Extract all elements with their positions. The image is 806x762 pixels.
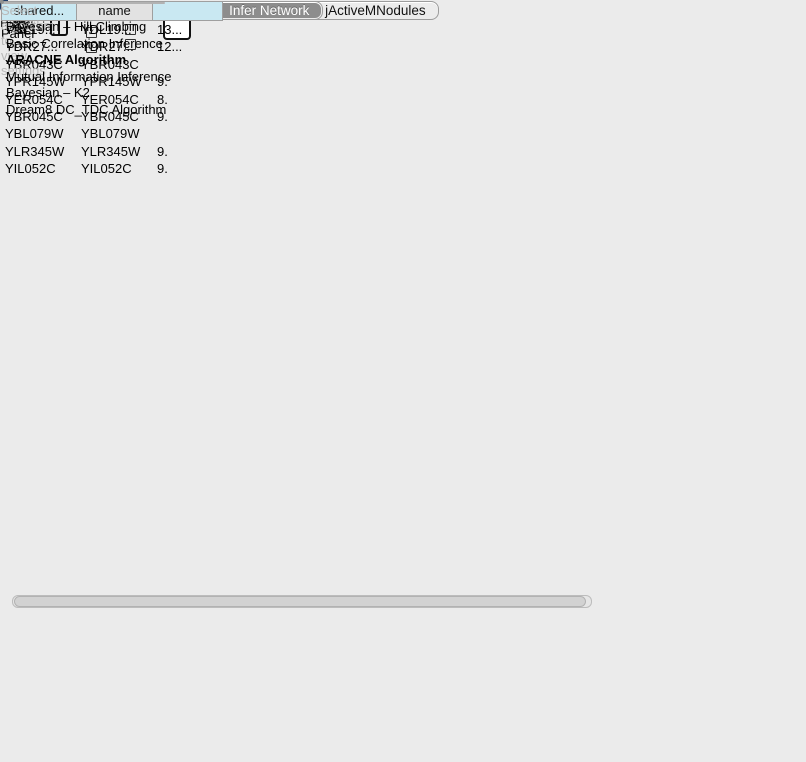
dropdown-item-mutual-information-inference[interactable]: Mutual Information Inference	[1, 69, 6, 86]
table-cell: YLR345W	[77, 143, 153, 160]
dropdown-item-dream8-dc-tdc-algorithm[interactable]: Dream8 DC_TDC Algorithm	[1, 102, 6, 119]
tab-label: Infer Network	[229, 3, 309, 18]
table-cell	[153, 125, 223, 142]
dropdown-item-aracne-algorithm[interactable]: ARACNE Algorithm	[1, 52, 6, 69]
table-cell: YIL052C	[1, 160, 77, 177]
dropdown-item-bayesian-hill-climbing[interactable]: Bayesian – Hill Climbing	[1, 19, 6, 36]
table-cell: 9.	[153, 160, 223, 177]
table-cell: 9.	[153, 143, 223, 160]
table-row[interactable]: YLR345WYLR345W9.	[1, 143, 223, 160]
table-row[interactable]: YBL079WYBL079W	[1, 125, 223, 142]
table-cell: YBL079W	[77, 125, 153, 142]
table-cell: YBL079W	[1, 125, 77, 142]
dropdown-item-basic-correlation-inference[interactable]: Basic Correlation Inference	[1, 36, 6, 53]
table-cell: YIL052C	[77, 160, 153, 177]
tab-infer-network[interactable]: Infer Network	[217, 3, 321, 18]
tab-label: jActiveMNodules	[325, 3, 426, 18]
table-cell: 12...	[153, 38, 223, 55]
table-cell: YLR345W	[1, 143, 77, 160]
dropdown-item-bayesian-k2[interactable]: Bayesian – K2	[1, 85, 6, 102]
settings-horizontal-scrollbar[interactable]	[12, 595, 592, 608]
tab-jactivemnodules[interactable]: jActiveMNodules	[313, 2, 438, 19]
column-header-col[interactable]	[153, 1, 223, 21]
scrollbar-thumb[interactable]	[14, 596, 586, 607]
column-header-name[interactable]: name	[77, 1, 153, 21]
table-row[interactable]: YIL052CYIL052C9.	[1, 160, 223, 177]
table-cell: 13...	[153, 21, 223, 38]
